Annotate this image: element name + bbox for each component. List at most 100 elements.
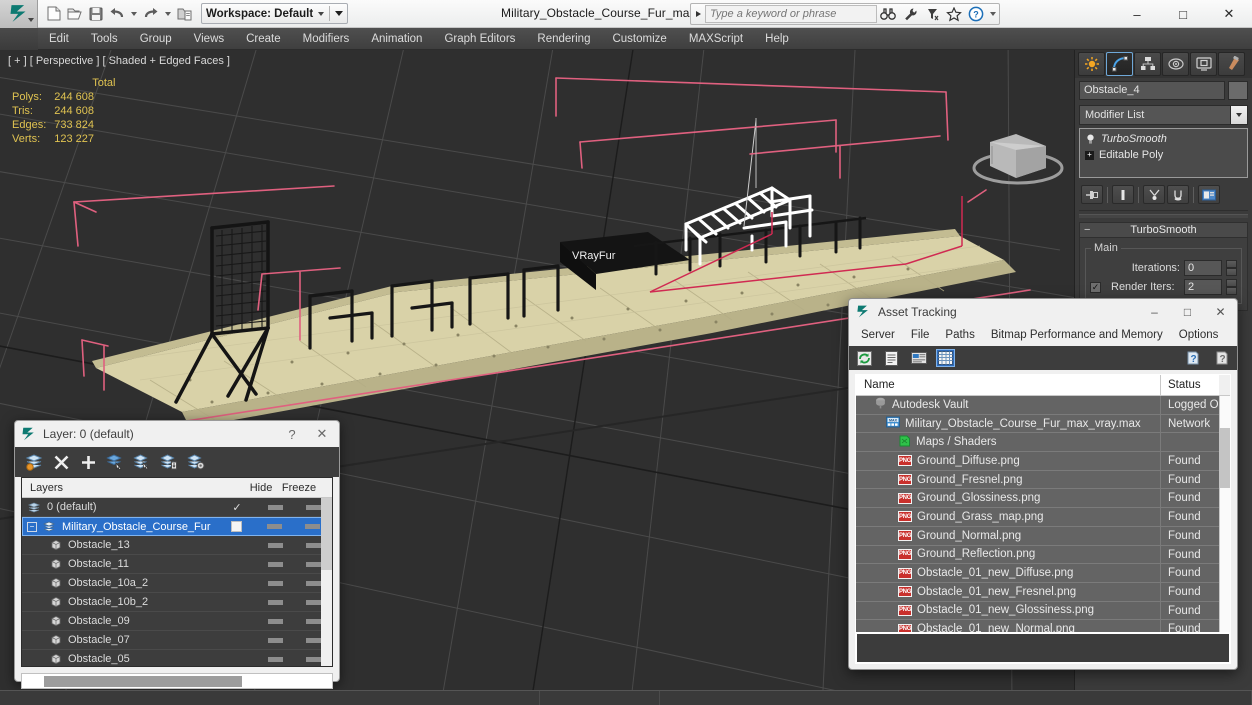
minimize-button[interactable]: – bbox=[1114, 0, 1160, 28]
hide-toggle[interactable] bbox=[256, 504, 294, 510]
layer-list[interactable]: Layers Hide Freeze 0 (default) ✓ − Milit… bbox=[21, 477, 333, 667]
menu-item-graph-editors[interactable]: Graph Editors bbox=[433, 28, 526, 50]
redo-icon[interactable] bbox=[141, 4, 161, 24]
layer-object-row[interactable]: Obstacle_11 bbox=[22, 555, 332, 574]
expand-icon[interactable]: + bbox=[1085, 150, 1094, 160]
render-iters-field[interactable]: 2 bbox=[1184, 279, 1222, 295]
iterations-spinner[interactable] bbox=[1226, 260, 1237, 276]
hide-toggle[interactable] bbox=[256, 637, 294, 643]
add-selection-to-layer-icon[interactable] bbox=[78, 452, 99, 473]
set-project-folder-icon[interactable] bbox=[175, 4, 195, 24]
create-new-layer-icon[interactable] bbox=[24, 452, 45, 473]
set-current-layer-icon[interactable] bbox=[159, 452, 180, 473]
display-tab[interactable] bbox=[1190, 52, 1217, 76]
make-unique-icon[interactable] bbox=[1143, 185, 1165, 204]
menu-item-bitmap-performance[interactable]: Bitmap Performance and Memory bbox=[983, 324, 1171, 346]
turbosmooth-rollout-header[interactable]: − TurboSmooth bbox=[1079, 222, 1248, 238]
chevron-down-icon[interactable] bbox=[1230, 106, 1247, 124]
infocenter-icon[interactable] bbox=[921, 3, 943, 25]
asset-row-maps-shaders[interactable]: Maps / Shaders bbox=[856, 433, 1219, 453]
search-input[interactable] bbox=[705, 5, 877, 23]
menu-item-modifiers[interactable]: Modifiers bbox=[292, 28, 361, 50]
select-objects-in-layer-icon[interactable] bbox=[105, 452, 126, 473]
menu-item-help[interactable]: Help bbox=[754, 28, 800, 50]
list-view-icon[interactable] bbox=[882, 349, 901, 367]
highlight-selected-objects-layer-icon[interactable] bbox=[132, 452, 153, 473]
menu-item-options[interactable]: Options bbox=[1171, 324, 1227, 346]
maximize-button[interactable]: □ bbox=[1171, 299, 1204, 324]
asset-row-png[interactable]: PNG Obstacle_01_new_Diffuse.png Found bbox=[856, 564, 1219, 583]
modifier-stack[interactable]: TurboSmooth + Editable Poly bbox=[1079, 128, 1248, 178]
modifier-stack-item-turbosmooth[interactable]: TurboSmooth bbox=[1082, 131, 1245, 147]
open-file-icon[interactable] bbox=[65, 4, 85, 24]
undo-icon[interactable] bbox=[107, 4, 127, 24]
workspace-selector[interactable]: Workspace: Default bbox=[201, 3, 349, 24]
scrollbar-thumb[interactable] bbox=[1219, 428, 1230, 488]
asset-row-vault[interactable]: Autodesk Vault Logged O bbox=[856, 396, 1219, 415]
maximize-button[interactable]: □ bbox=[1160, 0, 1206, 28]
help-gray-icon[interactable]: ? bbox=[1212, 349, 1231, 367]
delete-layer-icon[interactable] bbox=[51, 452, 72, 473]
hide-toggle[interactable] bbox=[256, 618, 294, 624]
hide-toggle[interactable] bbox=[256, 599, 294, 605]
layer-dialog-horizontal-scrollbar[interactable] bbox=[21, 673, 333, 689]
close-button[interactable]: ✕ bbox=[1204, 299, 1237, 324]
layer-row-military-obstacle-course-fur[interactable]: − Military_Obstacle_Course_Fur bbox=[22, 517, 332, 536]
menu-item-server[interactable]: Server bbox=[853, 324, 903, 346]
favorites-star-icon[interactable] bbox=[943, 3, 965, 25]
undo-dropdown-icon[interactable] bbox=[131, 11, 137, 16]
asset-row-png[interactable]: PNG Ground_Reflection.png Found bbox=[856, 545, 1219, 565]
menu-item-rendering[interactable]: Rendering bbox=[526, 28, 601, 50]
asset-row-max-file[interactable]: MAX Military_Obstacle_Course_Fur_max_vra… bbox=[856, 414, 1219, 434]
current-layer-check[interactable] bbox=[217, 521, 255, 532]
asset-row-png[interactable]: PNG Ground_Fresnel.png Found bbox=[856, 470, 1219, 490]
refresh-icon[interactable] bbox=[855, 349, 874, 367]
layer-object-row[interactable]: Obstacle_07 bbox=[22, 631, 332, 650]
asset-tracking-dialog[interactable]: Asset Tracking – □ ✕ Server File Paths B… bbox=[848, 298, 1238, 670]
object-name-field[interactable]: Obstacle_4 bbox=[1079, 81, 1225, 100]
app-logo-button[interactable] bbox=[0, 0, 38, 28]
render-iters-checkbox[interactable]: ✓ bbox=[1090, 281, 1101, 293]
hide-toggle[interactable] bbox=[256, 561, 294, 567]
render-iters-spinner[interactable] bbox=[1226, 279, 1237, 295]
close-button[interactable]: ✕ bbox=[1206, 0, 1252, 28]
modifier-stack-item-editable-poly[interactable]: + Editable Poly bbox=[1082, 147, 1245, 163]
current-layer-check[interactable]: ✓ bbox=[218, 501, 256, 514]
path-view-icon[interactable] bbox=[909, 349, 928, 367]
menu-item-views[interactable]: Views bbox=[183, 28, 235, 50]
asset-row-png[interactable]: PNG Obstacle_01_new_Glossiness.png Found bbox=[856, 601, 1219, 621]
minimize-button[interactable]: – bbox=[1138, 299, 1171, 324]
menu-item-create[interactable]: Create bbox=[235, 28, 292, 50]
binoculars-icon[interactable] bbox=[877, 3, 899, 25]
hierarchy-tab[interactable] bbox=[1134, 52, 1161, 76]
menu-item-file[interactable]: File bbox=[903, 324, 938, 346]
modify-tab[interactable] bbox=[1106, 52, 1133, 76]
layer-list-scrollbar[interactable] bbox=[321, 498, 332, 666]
utilities-tab[interactable] bbox=[1218, 52, 1245, 76]
asset-row-png[interactable]: PNG Ground_Normal.png Found bbox=[856, 526, 1219, 546]
iterations-field[interactable]: 0 bbox=[1184, 260, 1222, 276]
scrollbar-thumb[interactable] bbox=[44, 676, 242, 687]
menu-item-group[interactable]: Group bbox=[129, 28, 183, 50]
menu-item-animation[interactable]: Animation bbox=[360, 28, 433, 50]
layer-explorer-dialog[interactable]: Layer: 0 (default) ? ✕ Layers Hide Freez… bbox=[14, 420, 340, 689]
layer-object-row[interactable]: Obstacle_10b_2 bbox=[22, 593, 332, 612]
menu-item-paths[interactable]: Paths bbox=[937, 324, 982, 346]
save-file-icon[interactable] bbox=[86, 4, 106, 24]
asset-list-scrollbar[interactable] bbox=[1219, 396, 1230, 645]
redo-dropdown-icon[interactable] bbox=[165, 11, 171, 16]
layer-object-row[interactable]: Obstacle_13 bbox=[22, 536, 332, 555]
help-dropdown-icon[interactable] bbox=[990, 12, 996, 16]
lightbulb-icon[interactable] bbox=[1085, 134, 1096, 145]
pin-stack-icon[interactable] bbox=[1081, 185, 1103, 204]
help-icon[interactable]: ? bbox=[965, 3, 987, 25]
wrench-icon[interactable] bbox=[899, 3, 921, 25]
layer-object-row[interactable]: Obstacle_10a_2 bbox=[22, 574, 332, 593]
show-end-result-icon[interactable] bbox=[1112, 185, 1134, 204]
modifier-list-dropdown[interactable]: Modifier List bbox=[1079, 105, 1248, 125]
hide-toggle[interactable] bbox=[255, 524, 293, 529]
object-color-swatch[interactable] bbox=[1228, 81, 1248, 100]
collapse-icon[interactable]: − bbox=[27, 521, 37, 532]
hide-toggle[interactable] bbox=[256, 580, 294, 586]
viewport-label[interactable]: [ + ] [ Perspective ] [ Shaded + Edged F… bbox=[8, 55, 230, 67]
